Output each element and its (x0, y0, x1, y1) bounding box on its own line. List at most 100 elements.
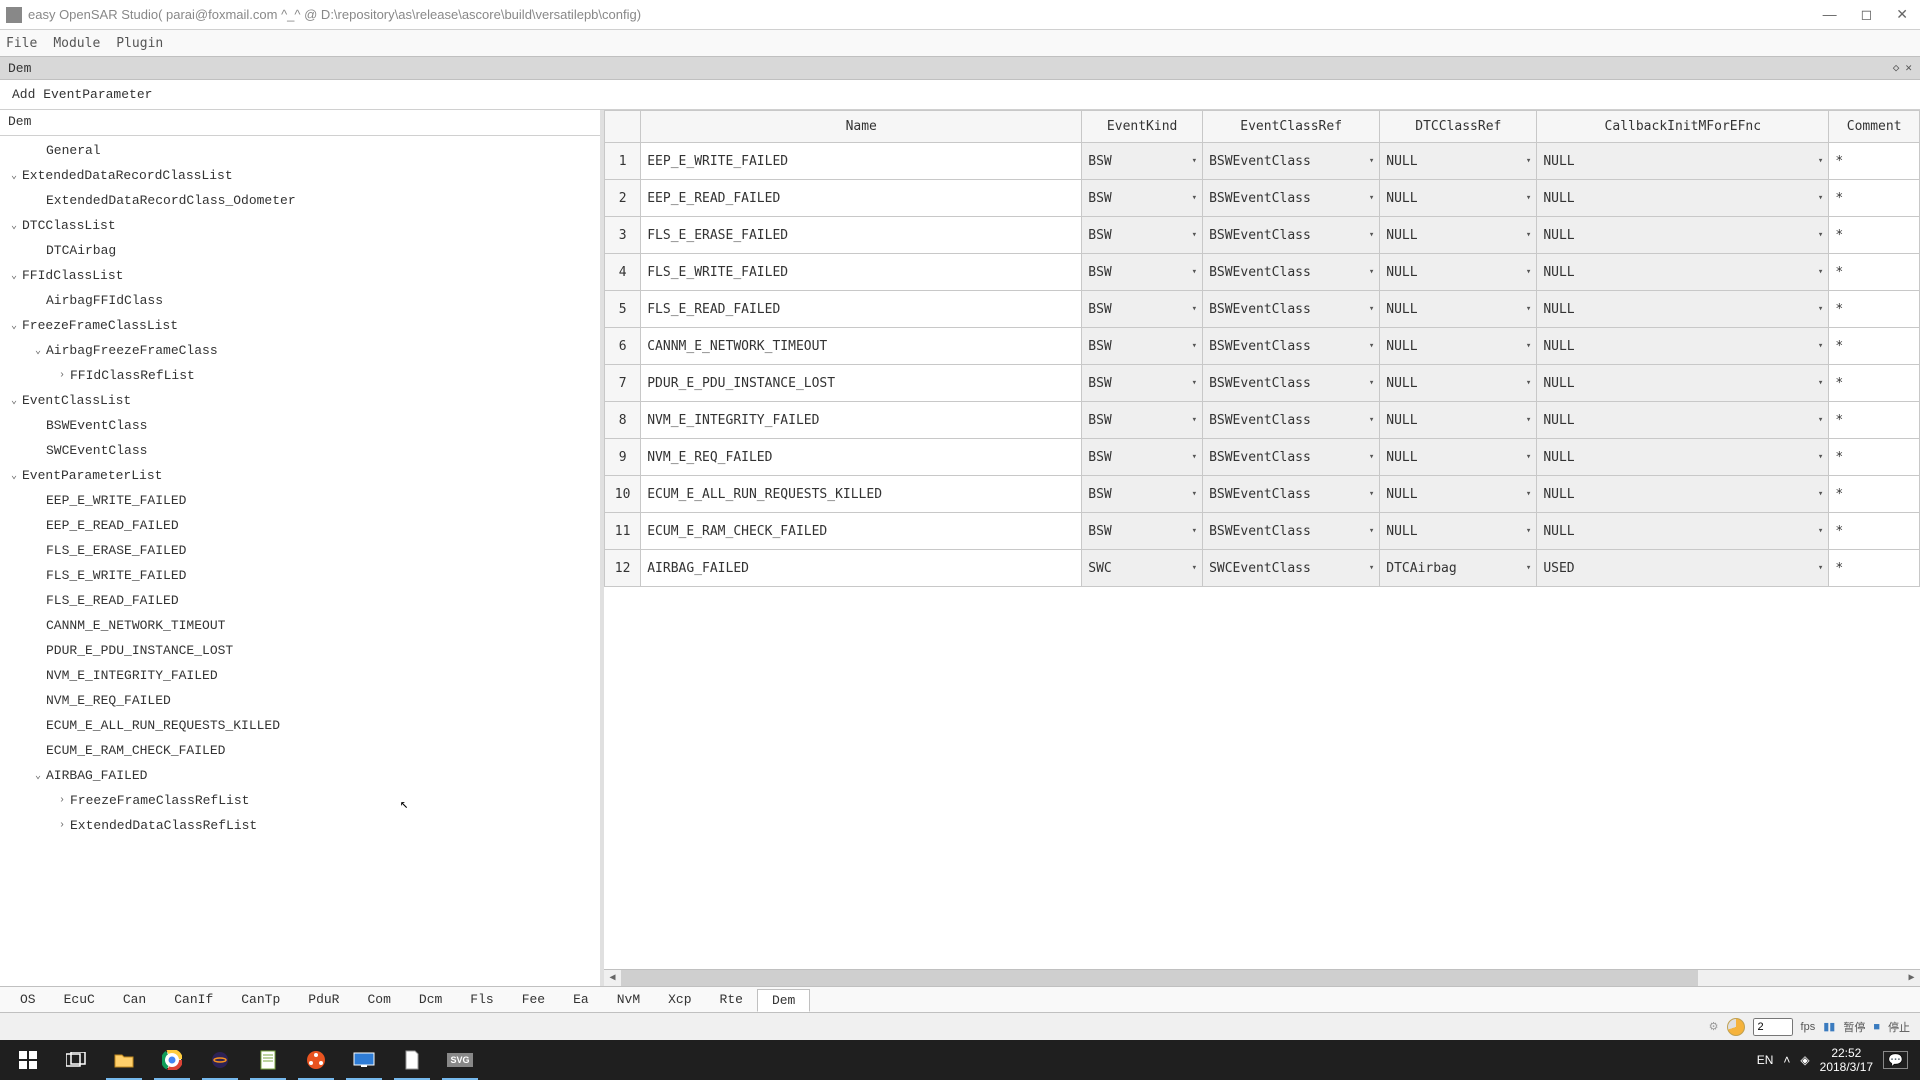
cell-dtcclassref[interactable]: NULL▾ (1380, 254, 1537, 291)
dropdown-arrow-icon[interactable]: ▾ (1523, 267, 1534, 277)
cell-comment[interactable]: * (1829, 180, 1920, 217)
chevron-right-icon[interactable]: › (54, 820, 70, 831)
cell-callback[interactable]: NULL▾ (1537, 365, 1829, 402)
minimize-button[interactable]: — (1823, 6, 1837, 23)
dropdown-arrow-icon[interactable]: ▾ (1815, 526, 1826, 536)
tab-ecuc[interactable]: EcuC (50, 989, 109, 1010)
eclipse-icon[interactable] (196, 1040, 244, 1080)
cell-eventclassref[interactable]: BSWEventClass▾ (1203, 217, 1380, 254)
tree-node[interactable]: DTCAirbag (0, 238, 600, 263)
file-explorer-icon[interactable] (100, 1040, 148, 1080)
scroll-right-arrow[interactable]: ▶ (1903, 972, 1920, 984)
cell-eventkind[interactable]: BSW▾ (1082, 217, 1203, 254)
dropdown-arrow-icon[interactable]: ▾ (1189, 341, 1200, 351)
tree-node[interactable]: NVM_E_INTEGRITY_FAILED (0, 663, 600, 688)
row-number[interactable]: 3 (605, 217, 641, 254)
cell-name[interactable]: NVM_E_REQ_FAILED (641, 439, 1082, 476)
cell-dtcclassref[interactable]: NULL▾ (1380, 291, 1537, 328)
row-number[interactable]: 6 (605, 328, 641, 365)
tab-fls[interactable]: Fls (456, 989, 507, 1010)
col-callbackinitmforefnc[interactable]: CallbackInitMForEFnc (1537, 111, 1829, 143)
tree-node[interactable]: General (0, 138, 600, 163)
scroll-thumb[interactable] (621, 970, 1698, 986)
row-number[interactable]: 9 (605, 439, 641, 476)
cell-eventkind[interactable]: BSW▾ (1082, 365, 1203, 402)
tree-node[interactable]: AirbagFFIdClass (0, 288, 600, 313)
cell-eventclassref[interactable]: BSWEventClass▾ (1203, 291, 1380, 328)
dropdown-arrow-icon[interactable]: ▾ (1366, 341, 1377, 351)
cell-name[interactable]: EEP_E_WRITE_FAILED (641, 143, 1082, 180)
dropdown-arrow-icon[interactable]: ▾ (1523, 526, 1534, 536)
dropdown-arrow-icon[interactable]: ▾ (1523, 489, 1534, 499)
tree-node[interactable]: ⌄ExtendedDataRecordClassList (0, 163, 600, 188)
chevron-right-icon[interactable]: › (54, 795, 70, 806)
tree-node[interactable]: SWCEventClass (0, 438, 600, 463)
scroll-left-arrow[interactable]: ◀ (604, 972, 621, 984)
table-row[interactable]: 9NVM_E_REQ_FAILEDBSW▾BSWEventClass▾NULL▾… (605, 439, 1920, 476)
tree-node[interactable]: FLS_E_WRITE_FAILED (0, 563, 600, 588)
col-comment[interactable]: Comment (1829, 111, 1920, 143)
cell-callback[interactable]: NULL▾ (1537, 180, 1829, 217)
cell-dtcclassref[interactable]: NULL▾ (1380, 402, 1537, 439)
cell-eventclassref[interactable]: BSWEventClass▾ (1203, 254, 1380, 291)
table-row[interactable]: 2EEP_E_READ_FAILEDBSW▾BSWEventClass▾NULL… (605, 180, 1920, 217)
cell-dtcclassref[interactable]: NULL▾ (1380, 365, 1537, 402)
tree-body[interactable]: General⌄ExtendedDataRecordClassListExten… (0, 136, 600, 986)
tree-node[interactable]: ⌄EventParameterList (0, 463, 600, 488)
dropdown-arrow-icon[interactable]: ▾ (1815, 378, 1826, 388)
cell-eventclassref[interactable]: BSWEventClass▾ (1203, 439, 1380, 476)
cell-eventkind[interactable]: BSW▾ (1082, 513, 1203, 550)
tree-node[interactable]: ⌄FFIdClassList (0, 263, 600, 288)
cell-comment[interactable]: * (1829, 365, 1920, 402)
gear-icon[interactable]: ⚙ (1709, 1020, 1719, 1033)
cell-eventkind[interactable]: SWC▾ (1082, 550, 1203, 587)
network-icon[interactable]: ◈ (1800, 1053, 1809, 1067)
tab-canif[interactable]: CanIf (160, 989, 227, 1010)
dock-float-button[interactable]: ◇ (1893, 61, 1900, 75)
cell-eventclassref[interactable]: BSWEventClass▾ (1203, 143, 1380, 180)
dropdown-arrow-icon[interactable]: ▾ (1815, 304, 1826, 314)
chevron-down-icon[interactable]: ⌄ (6, 170, 22, 182)
cell-eventclassref[interactable]: BSWEventClass▾ (1203, 180, 1380, 217)
tree-node[interactable]: ECUM_E_RAM_CHECK_FAILED (0, 738, 600, 763)
table-row[interactable]: 8NVM_E_INTEGRITY_FAILEDBSW▾BSWEventClass… (605, 402, 1920, 439)
tree-node[interactable]: FLS_E_ERASE_FAILED (0, 538, 600, 563)
dropdown-arrow-icon[interactable]: ▾ (1523, 230, 1534, 240)
dropdown-arrow-icon[interactable]: ▾ (1523, 156, 1534, 166)
fps-input[interactable] (1753, 1018, 1793, 1036)
cell-name[interactable]: CANNM_E_NETWORK_TIMEOUT (641, 328, 1082, 365)
cell-comment[interactable]: * (1829, 328, 1920, 365)
dropdown-arrow-icon[interactable]: ▾ (1815, 452, 1826, 462)
cell-eventkind[interactable]: BSW▾ (1082, 402, 1203, 439)
taskbar-clock[interactable]: 22:52 2018/3/17 (1820, 1046, 1873, 1075)
tab-pdur[interactable]: PduR (294, 989, 353, 1010)
dropdown-arrow-icon[interactable]: ▾ (1366, 489, 1377, 499)
cell-comment[interactable]: * (1829, 402, 1920, 439)
cell-name[interactable]: EEP_E_READ_FAILED (641, 180, 1082, 217)
horizontal-scrollbar[interactable]: ◀ ▶ (604, 969, 1920, 986)
chevron-down-icon[interactable]: ⌄ (30, 770, 46, 782)
row-number[interactable]: 8 (605, 402, 641, 439)
tab-dem[interactable]: Dem (757, 989, 810, 1012)
chevron-down-icon[interactable]: ⌄ (6, 270, 22, 282)
dropdown-arrow-icon[interactable]: ▾ (1189, 526, 1200, 536)
row-number[interactable]: 5 (605, 291, 641, 328)
row-number[interactable]: 12 (605, 550, 641, 587)
chrome-icon[interactable] (148, 1040, 196, 1080)
tree-node[interactable]: EEP_E_READ_FAILED (0, 513, 600, 538)
cell-name[interactable]: AIRBAG_FAILED (641, 550, 1082, 587)
cell-comment[interactable]: * (1829, 217, 1920, 254)
cell-callback[interactable]: NULL▾ (1537, 291, 1829, 328)
dropdown-arrow-icon[interactable]: ▾ (1189, 563, 1200, 573)
dropdown-arrow-icon[interactable]: ▾ (1366, 563, 1377, 573)
cell-dtcclassref[interactable]: NULL▾ (1380, 143, 1537, 180)
row-number[interactable]: 4 (605, 254, 641, 291)
pause-icon[interactable]: ▮▮ (1823, 1020, 1835, 1033)
cell-eventclassref[interactable]: BSWEventClass▾ (1203, 365, 1380, 402)
tab-ea[interactable]: Ea (559, 989, 603, 1010)
table-row[interactable]: 12AIRBAG_FAILEDSWC▾SWCEventClass▾DTCAirb… (605, 550, 1920, 587)
start-button[interactable] (4, 1040, 52, 1080)
tree-node[interactable]: ›FreezeFrameClassRefList (0, 788, 600, 813)
dropdown-arrow-icon[interactable]: ▾ (1189, 415, 1200, 425)
tab-os[interactable]: OS (6, 989, 50, 1010)
